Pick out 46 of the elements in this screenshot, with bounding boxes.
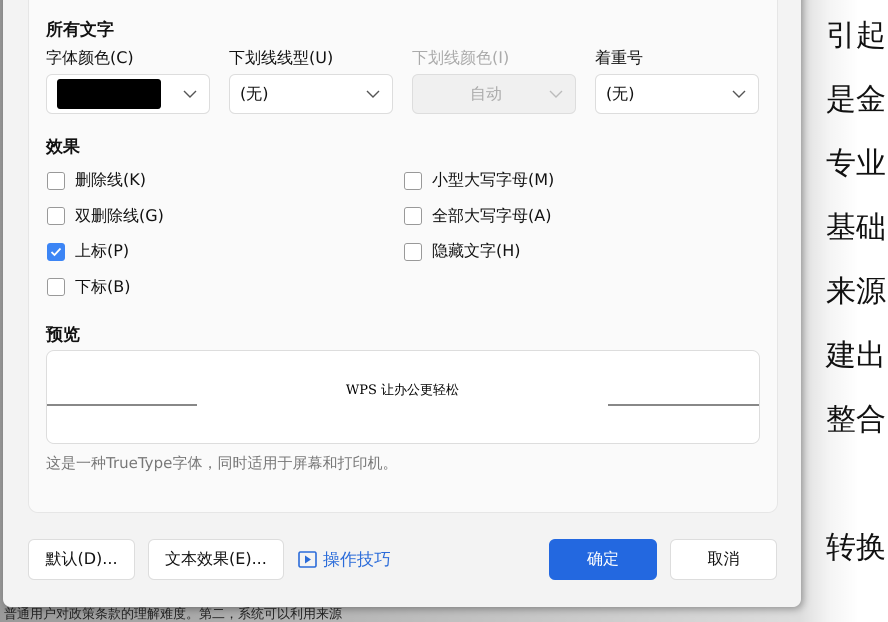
- checkbox-label: 删除线(K): [75, 170, 146, 192]
- checkbox-label: 上标(P): [75, 241, 130, 262]
- document-text: 基础: [826, 210, 886, 245]
- field-label: 着重号: [595, 48, 644, 69]
- font-description: 这是一种TrueType字体，同时适用于屏幕和打印机。: [46, 454, 398, 473]
- checkbox[interactable]: [47, 242, 65, 261]
- dropdown[interactable]: [46, 74, 210, 114]
- document-text: 引起: [826, 18, 886, 53]
- chevron-down-icon: [183, 90, 197, 98]
- field-label: 下划线颜色(I): [412, 48, 510, 69]
- ok-button[interactable]: 确定: [549, 539, 657, 580]
- section-heading: 所有文字: [46, 19, 115, 42]
- dialog-button[interactable]: 取消: [670, 539, 777, 580]
- checkbox[interactable]: [47, 278, 65, 296]
- checkbox[interactable]: [47, 172, 65, 190]
- preview-text: WPS 让办公更轻松: [346, 382, 460, 399]
- tips-link[interactable]: 操作技巧: [322, 548, 391, 571]
- checkbox[interactable]: [47, 207, 65, 226]
- field-label: 字体颜色(C): [46, 48, 135, 69]
- chevron-down-icon: [732, 90, 746, 98]
- checkbox[interactable]: [404, 172, 422, 190]
- dropdown[interactable]: (无): [229, 74, 393, 114]
- checkbox-label: 全部大写字母(A): [432, 206, 552, 227]
- checkmark-icon: [50, 246, 62, 257]
- document-text: 来源: [826, 274, 886, 309]
- document-text: 整合: [826, 402, 886, 437]
- document-text: 是金: [826, 82, 886, 117]
- checkbox-label: 双删除线(G): [75, 206, 164, 227]
- document-text: 转换: [826, 530, 886, 565]
- chevron-down-icon: [549, 90, 563, 98]
- checkbox-label: 下标(B): [75, 276, 130, 298]
- section-heading: 预览: [46, 324, 81, 347]
- checkbox-label: 隐藏文字(H): [432, 241, 521, 262]
- document-text: 专业: [826, 146, 886, 181]
- field-label: 下划线线型(U): [229, 48, 334, 69]
- document-text: 普通用户对政策条款的理解难度。第二，系统可以利用来源: [4, 607, 342, 622]
- checkbox-label: 小型大写字母(M): [432, 170, 554, 192]
- dialog-button[interactable]: 默认(D)...: [28, 539, 135, 580]
- dropdown[interactable]: (无): [595, 74, 759, 114]
- checkbox[interactable]: [404, 207, 422, 226]
- play-icon: [298, 551, 317, 568]
- checkbox[interactable]: [404, 242, 422, 261]
- document-text: 建出: [826, 338, 886, 373]
- section-heading: 效果: [46, 136, 81, 159]
- chevron-down-icon: [366, 90, 380, 98]
- dialog-button[interactable]: 文本效果(E)...: [148, 539, 284, 580]
